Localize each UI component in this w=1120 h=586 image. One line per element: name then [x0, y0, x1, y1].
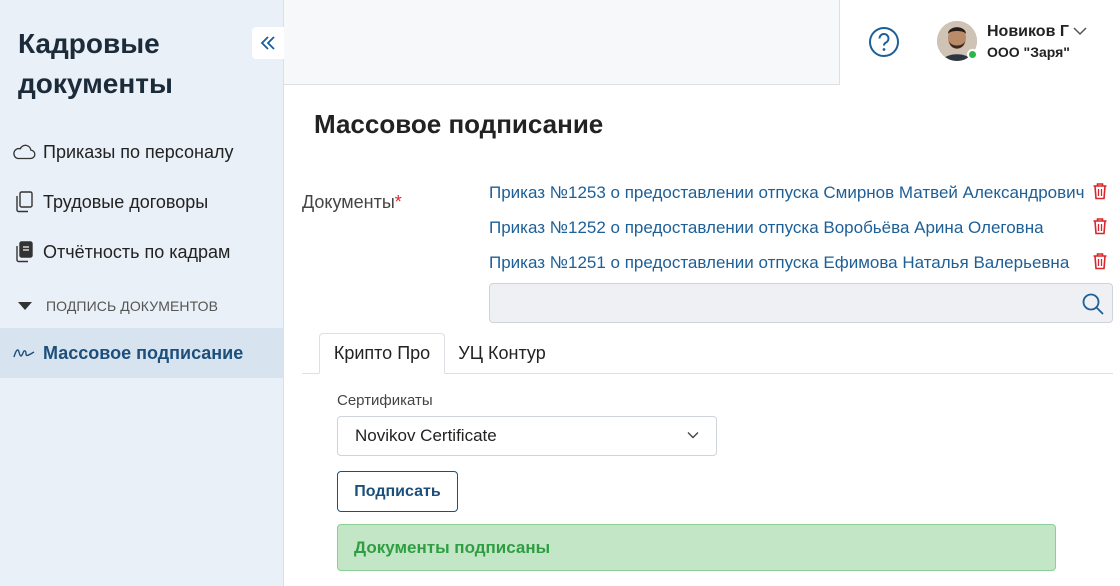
online-status-dot [967, 49, 978, 60]
cloud-icon [12, 140, 36, 164]
documents-icon [12, 190, 36, 214]
document-link[interactable]: Приказ №1252 о предоставлении отпуска Во… [489, 218, 1044, 238]
documents-label-text: Документы [302, 192, 395, 212]
sidebar-item-label: Приказы по персоналу [43, 141, 234, 162]
success-alert: Документы подписаны [337, 524, 1056, 571]
sidebar-item-hr-reports[interactable]: Отчётность по кадрам [0, 227, 283, 277]
help-icon[interactable] [868, 26, 900, 58]
sidebar-item-mass-signing[interactable]: Массовое подписание [0, 328, 283, 378]
header-divider [839, 0, 840, 85]
trash-icon[interactable] [1092, 217, 1108, 235]
sidebar-item-personnel-orders[interactable]: Приказы по персоналу [0, 127, 283, 177]
chevron-down-icon[interactable] [1073, 26, 1087, 36]
double-chevron-left-icon [260, 36, 275, 50]
sign-button[interactable]: Подписать [337, 471, 458, 512]
page-title: Массовое подписание [314, 109, 604, 139]
trash-icon[interactable] [1092, 252, 1108, 270]
certificates-label: Сертификаты [337, 392, 433, 409]
sidebar-item-labor-contracts[interactable]: Трудовые договоры [0, 177, 283, 227]
certificate-select-value: Novikov Certificate [355, 426, 497, 445]
documents-label: Документы* [302, 192, 402, 213]
tab-kontur[interactable]: УЦ Контур [447, 333, 557, 374]
sidebar-item-label: Отчётность по кадрам [43, 241, 231, 262]
signature-icon [12, 341, 36, 365]
chevron-down-icon [687, 432, 699, 439]
tab-cryptopro[interactable]: Крипто Про [319, 333, 445, 374]
app-title: Кадровые документы [18, 28, 173, 99]
required-mark: * [394, 192, 402, 212]
sidebar-section-document-signing[interactable]: ПОДПИСЬ ДОКУМЕНТОВ [0, 290, 283, 322]
user-name[interactable]: Новиков Г [987, 23, 1069, 41]
user-organization: ООО "Заря" [987, 44, 1070, 60]
sidebar-item-label: Массовое подписание [43, 342, 244, 363]
trash-icon[interactable] [1092, 182, 1108, 200]
document-link[interactable]: Приказ №1253 о предоставлении отпуска См… [489, 183, 1085, 203]
search-icon[interactable] [1081, 292, 1105, 316]
certificate-select[interactable]: Novikov Certificate [337, 416, 717, 456]
collapse-sidebar-button[interactable] [252, 27, 284, 59]
documents-stack-icon [12, 240, 36, 264]
document-search-input[interactable] [489, 283, 1113, 323]
sidebar-item-label: Трудовые договоры [43, 191, 209, 212]
sidebar: Кадровые документы Приказы по персоналу … [0, 0, 284, 586]
top-header: Новиков Г ООО "Заря" [284, 0, 1120, 85]
caret-down-icon [18, 302, 32, 310]
document-link[interactable]: Приказ №1251 о предоставлении отпуска Еф… [489, 253, 1069, 273]
sidebar-section-label: ПОДПИСЬ ДОКУМЕНТОВ [46, 298, 219, 314]
